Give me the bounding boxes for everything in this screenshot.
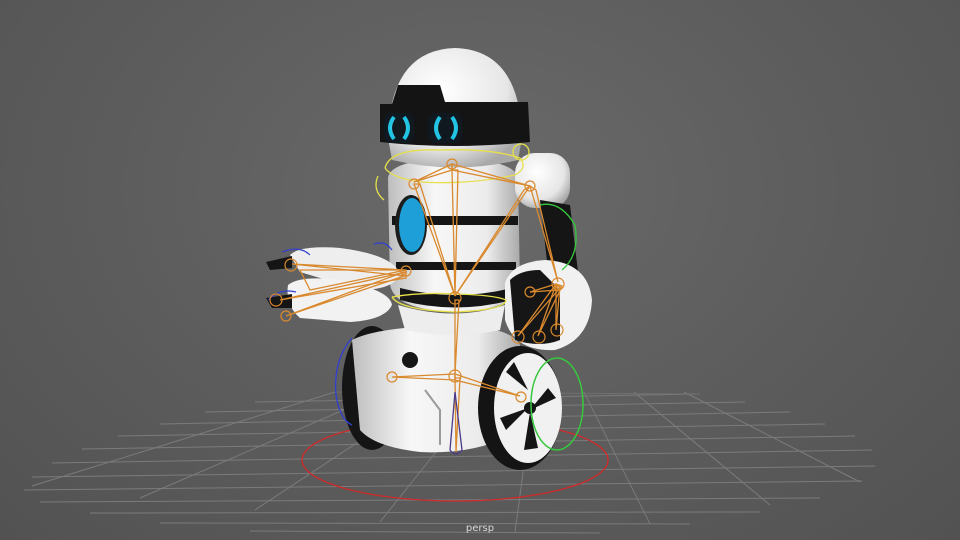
scene-canvas[interactable]: [0, 0, 960, 540]
camera-name-label: persp: [465, 523, 495, 534]
right-wheel: [478, 346, 562, 470]
maya-perspective-viewport[interactable]: persp: [0, 0, 960, 540]
